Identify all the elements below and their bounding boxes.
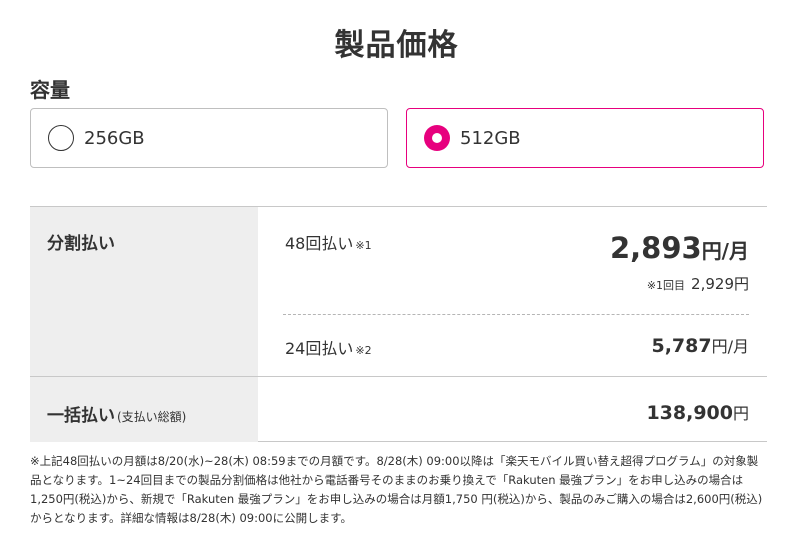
plan-48-price-unit: 円/月 [701, 239, 749, 263]
page-title: 製品価格 [334, 28, 459, 63]
price-table: 分割払い 48回払い ※1 2,893円/月 ※1回目 2,929円 24回払い ※2… [30, 206, 767, 442]
plan-48-text: 48回払い [285, 234, 354, 253]
lump-sum-category-label: 一括払い (支払い総額) [47, 401, 186, 426]
footnote: ※上記48回払いの月額は8/20(水)~28(木) 08:59までの月額です。8… [30, 454, 763, 525]
plan-24-label: 24回払い ※2 [285, 335, 372, 359]
installment-category-label: 分割払い [47, 234, 115, 254]
plan-48-price: 2,893円/月 [610, 231, 749, 265]
capacity-option-256gb[interactable]: 256GB [30, 108, 388, 168]
capacity-option-label: 512GB [460, 127, 521, 149]
lump-sum-text: 一括払い [47, 406, 115, 426]
plan-48-note-mark: ※1 [355, 239, 372, 252]
capacity-label: 容量 [30, 78, 70, 102]
first-payment-price: 2,929円 [691, 275, 749, 293]
plan-24-price: 5,787円/月 [651, 333, 749, 357]
lump-sum-price-unit: 円 [732, 404, 749, 423]
radio-unselected-icon[interactable] [48, 125, 74, 151]
plan-24-price-unit: 円/月 [711, 337, 749, 356]
first-payment-label: ※1回目 [646, 279, 686, 292]
lump-sum-price-value: 138,900 [646, 402, 733, 424]
plan-24-price-value: 5,787 [651, 335, 712, 357]
capacity-option-label: 256GB [84, 127, 145, 149]
plan-48-price-value: 2,893 [609, 231, 702, 265]
capacity-option-512gb[interactable]: 512GB [406, 108, 764, 168]
row-divider [30, 376, 767, 377]
lump-sum-subtext: (支払い総額) [117, 410, 187, 424]
dashed-divider [283, 314, 749, 315]
plan-24-note-mark: ※2 [355, 344, 372, 357]
plan-48-label: 48回払い ※1 [285, 230, 372, 254]
radio-selected-icon[interactable] [424, 125, 450, 151]
lump-sum-price: 138,900円 [646, 400, 749, 424]
plan-48-first-payment: ※1回目 2,929円 [647, 273, 749, 294]
plan-24-text: 24回払い [285, 339, 354, 358]
